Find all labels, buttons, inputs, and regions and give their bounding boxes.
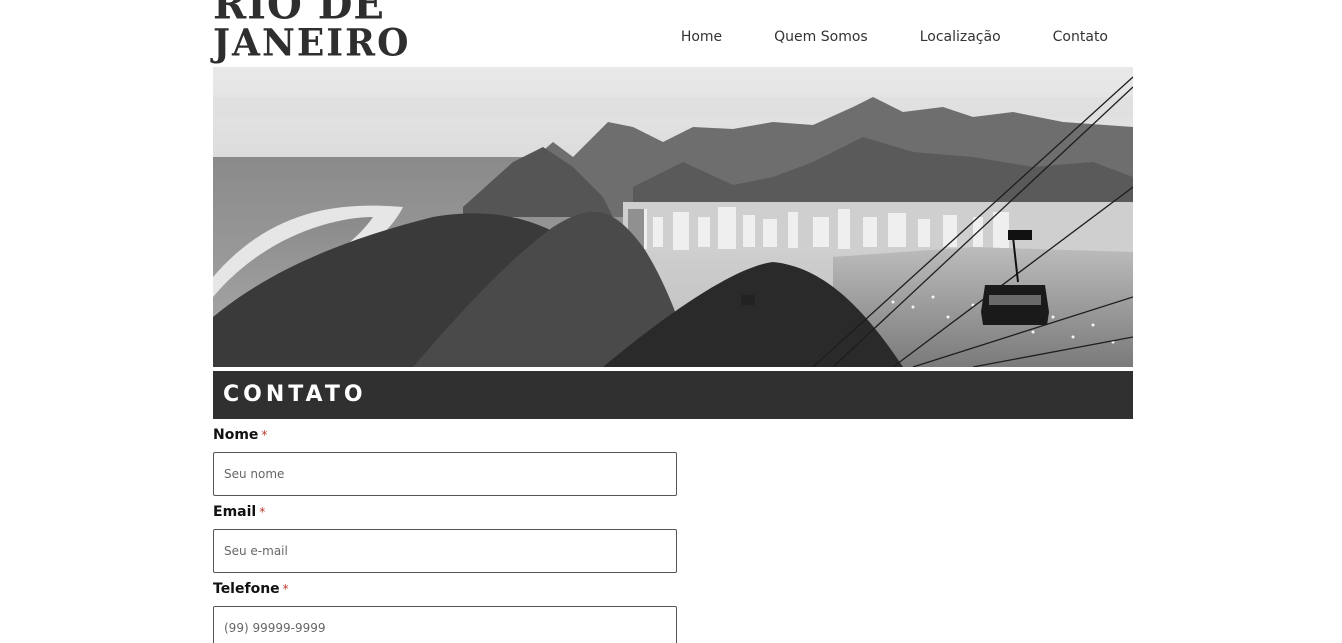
email-label-text: Email (213, 504, 257, 520)
contact-form: Nome* Email* Telefone* (213, 427, 1133, 643)
site-logo[interactable]: RIO DE JANEIRO (213, 0, 411, 65)
required-mark: * (282, 582, 289, 596)
field-nome: Nome * (213, 427, 1133, 496)
telefone-label-text: Telefone (213, 581, 280, 597)
telefone-input[interactable] (213, 606, 677, 643)
site-header: RIO DE JANEIRO Home Quem Somos Localizaç… (213, 0, 1133, 67)
nav-contato[interactable]: Contato (1026, 27, 1133, 47)
nome-label: Nome * (213, 427, 1133, 443)
hero-image (213, 67, 1133, 367)
required-mark: * (261, 428, 268, 442)
nome-input[interactable] (213, 452, 677, 496)
field-telefone: Telefone * (213, 581, 1133, 643)
main-container: RIO DE JANEIRO Home Quem Somos Localizaç… (213, 0, 1133, 643)
email-label: Email * (213, 504, 1133, 520)
nav-home[interactable]: Home (654, 27, 747, 47)
telefone-label: Telefone * (213, 581, 1133, 597)
email-input[interactable] (213, 529, 677, 573)
field-email: Email * (213, 504, 1133, 573)
section-title-contato: CONTATO (213, 371, 1133, 419)
nome-label-text: Nome (213, 427, 259, 443)
page: RIO DE JANEIRO Home Quem Somos Localizaç… (0, 0, 1342, 643)
main-nav: Home Quem Somos Localização Contato (654, 27, 1133, 47)
nav-quem-somos[interactable]: Quem Somos (747, 27, 893, 47)
required-mark: * (259, 505, 266, 519)
rio-panorama-illustration (213, 67, 1133, 367)
nav-localizacao[interactable]: Localização (893, 27, 1026, 47)
logo-line-2: JANEIRO (213, 20, 411, 65)
